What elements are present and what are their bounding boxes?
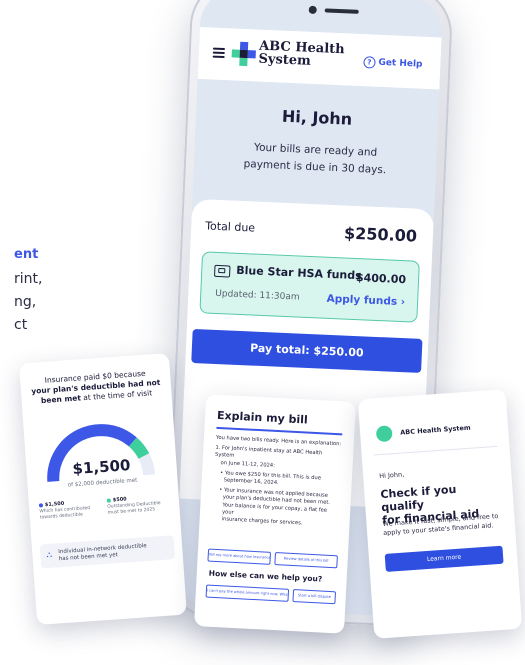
legend-remaining: $500 Outstanding Deductible must be met … <box>106 494 168 517</box>
hsa-name: Blue Star HSA funds <box>236 263 362 283</box>
help-actions: I can't pay the whole amount right now. … <box>205 584 337 605</box>
hamburger-icon[interactable] <box>212 47 225 59</box>
network-deductible-note: ⛬ Individual in-network deductible has n… <box>39 535 176 569</box>
explain-bill-title: Explain my bill <box>216 408 309 427</box>
bill-dispute-button[interactable]: Start a bill dispute <box>292 589 337 605</box>
legend-remaining-dot <box>106 497 111 503</box>
bill-status-text: Your bills are ready and payment is due … <box>214 138 417 181</box>
deductible-card: Insurance paid $0 because your plan's de… <box>19 353 187 625</box>
help-heading: How else can we help you? <box>208 568 323 584</box>
explain-bill-body: You have two bills ready. Here is an exp… <box>211 435 343 530</box>
total-due-label: Total due <box>204 219 256 235</box>
review-bill-button[interactable]: Review details of this bill <box>274 552 338 569</box>
speaker-bar <box>324 8 359 14</box>
legend-met-dot <box>38 502 44 508</box>
hsa-funds-panel: Blue Star HSA funds $400.00 Updated: 11:… <box>199 251 420 323</box>
title-underline <box>216 426 343 436</box>
copy-line-3: ct <box>14 317 28 333</box>
apply-funds-link[interactable]: Apply funds › <box>326 293 405 308</box>
deductible-line-3-bold: been met <box>40 393 82 406</box>
hsa-amount: $400.00 <box>355 271 407 287</box>
pay-total-button[interactable]: Pay total: $250.00 <box>191 328 423 373</box>
payment-options-button[interactable]: I can't pay the whole amount right now. … <box>205 584 290 602</box>
question-circle-icon: ? <box>363 56 376 69</box>
wallet-icon <box>214 264 231 278</box>
camera-dot <box>308 5 317 15</box>
aid-salutation: Hi John, <box>378 470 405 481</box>
insurance-details-button[interactable]: Tell me more about how insurance applied <box>207 548 272 565</box>
org-name: ABC Health System <box>399 423 471 437</box>
copy-line-1: rint, <box>14 271 43 287</box>
learn-more-button[interactable]: Learn more <box>384 545 504 572</box>
org-avatar <box>375 425 393 443</box>
divider <box>373 445 498 456</box>
explain-bill-card: Explain my bill You have two bills ready… <box>194 394 356 634</box>
total-due-amount: $250.00 <box>343 223 418 246</box>
copy-line-2: ng, <box>14 294 37 310</box>
cross-logo-icon <box>231 41 256 67</box>
deductible-explanation: Insurance paid $0 because your plan's de… <box>28 368 164 407</box>
hsa-updated: Updated: 11:30am <box>215 288 300 303</box>
accent-fragment: ent <box>14 247 39 262</box>
get-help-label: Get Help <box>378 57 423 70</box>
financial-aid-card: ABC Health System Hi John, Check if you … <box>357 389 523 639</box>
app-header: ABC Health System ? Get Help <box>197 26 442 90</box>
legend-met: $1,500 Which has contributed towards ded… <box>38 498 100 521</box>
brand-name: ABC Health System <box>258 39 345 70</box>
legend-remaining-value: $500 <box>112 496 127 504</box>
explain-actions: Tell me more about how insurance applied… <box>207 548 338 569</box>
people-icon: ⛬ <box>46 549 53 560</box>
greeting: Hi, John <box>281 106 353 129</box>
get-help-link[interactable]: ? Get Help <box>363 56 423 71</box>
